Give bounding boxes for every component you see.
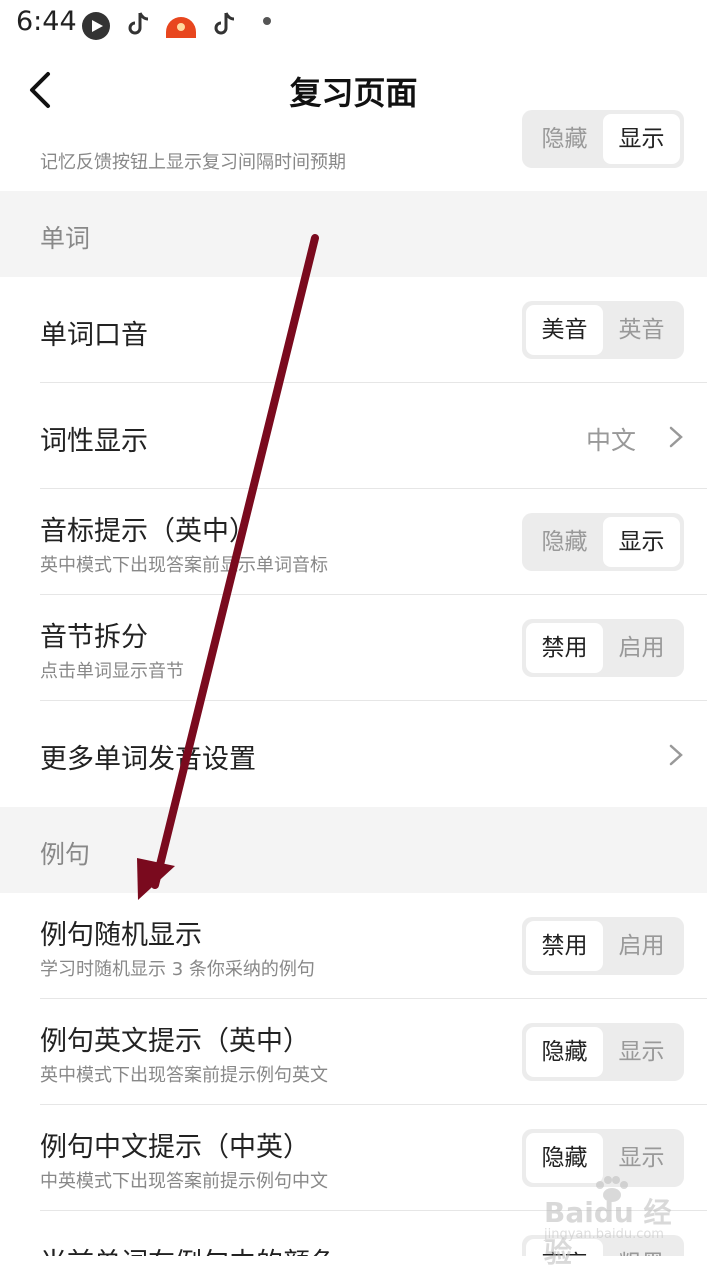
status-bar: 6:44 <box>0 0 707 48</box>
setting-subtitle: 中英模式下出现答案前提示例句中文 <box>40 1171 328 1192</box>
setting-subtitle: 点击单词显示音节 <box>40 661 184 682</box>
setting-title: 更多单词发音设置 <box>40 744 256 775</box>
segment-option-hide[interactable]: 隐藏 <box>526 1027 603 1077</box>
accent-segmented-control: 美音 英音 <box>522 301 684 359</box>
chevron-right-icon <box>669 744 683 766</box>
setting-row-sentence-english-hint[interactable]: 例句英文提示（英中） 英中模式下出现答案前提示例句英文 隐藏 显示 <box>0 999 707 1105</box>
english-hint-segmented-control: 隐藏 显示 <box>522 1023 684 1081</box>
setting-row-pos-display[interactable]: 词性显示 中文 <box>0 383 707 489</box>
baidu-watermark: Baidu 经验 jingyan.baidu.com <box>540 1175 690 1269</box>
setting-title: 音节拆分 <box>40 622 148 653</box>
chevron-right-icon <box>669 426 683 448</box>
segment-option-show[interactable]: 显示 <box>603 1027 680 1077</box>
segment-option-uk[interactable]: 英音 <box>603 305 680 355</box>
setting-title: 例句随机显示 <box>40 920 202 951</box>
status-time: 6:44 <box>16 6 77 37</box>
setting-title: 音标提示（英中） <box>40 516 256 547</box>
sunset-app-icon <box>166 17 196 38</box>
tiktok-icon <box>214 12 235 35</box>
page-title: 复习页面 <box>289 74 418 112</box>
setting-row-phonetic-hint[interactable]: 音标提示（英中） 英中模式下出现答案前显示单词音标 隐藏 显示 <box>0 489 707 595</box>
setting-title: 当前单词在例句中的颜色 <box>40 1241 337 1256</box>
video-app-icon <box>82 12 110 40</box>
watermark-url: jingyan.baidu.com <box>544 1227 664 1242</box>
segment-option-us[interactable]: 美音 <box>526 305 603 355</box>
segment-option-show[interactable]: 显示 <box>603 114 680 164</box>
section-header-label: 单词 <box>40 224 91 253</box>
setting-title: 单词口音 <box>40 320 148 351</box>
setting-title: 词性显示 <box>40 426 148 457</box>
section-header-label: 例句 <box>40 840 91 869</box>
phonetic-segmented-control: 隐藏 显示 <box>522 513 684 571</box>
segment-option-hide[interactable]: 隐藏 <box>526 114 603 164</box>
setting-subtitle: 英中模式下出现答案前提示例句英文 <box>40 1065 328 1086</box>
syllable-segmented-control: 禁用 启用 <box>522 619 684 677</box>
segment-option-enable[interactable]: 启用 <box>603 623 680 673</box>
setting-title: 例句中文提示（中英） <box>40 1132 310 1163</box>
section-header-sentences: 例句 <box>0 807 707 893</box>
segment-option-disable[interactable]: 禁用 <box>526 623 603 673</box>
setting-subtitle: 学习时随机显示 3 条你采纳的例句 <box>40 959 315 980</box>
random-sentence-segmented-control: 禁用 启用 <box>522 917 684 975</box>
partial-setting-row: 记忆反馈按钮上显示复习间隔时间预期 隐藏 显示 <box>0 110 707 190</box>
setting-row-random-sentences[interactable]: 例句随机显示 学习时随机显示 3 条你采纳的例句 禁用 启用 <box>0 893 707 999</box>
segment-option-disable[interactable]: 禁用 <box>526 921 603 971</box>
segment-option-hide[interactable]: 隐藏 <box>526 517 603 567</box>
setting-row-syllable-split[interactable]: 音节拆分 点击单词显示音节 禁用 启用 <box>0 595 707 701</box>
segmented-control: 隐藏 显示 <box>522 110 684 168</box>
setting-row-more-pronunciation[interactable]: 更多单词发音设置 <box>0 701 707 807</box>
dot-icon <box>263 17 271 25</box>
segment-option-enable[interactable]: 启用 <box>603 921 680 971</box>
setting-title: 例句英文提示（英中） <box>40 1026 310 1057</box>
setting-subtitle: 记忆反馈按钮上显示复习间隔时间预期 <box>40 152 346 173</box>
section-header-words: 单词 <box>0 191 707 277</box>
segment-option-show[interactable]: 显示 <box>603 517 680 567</box>
tiktok-icon <box>128 12 149 35</box>
setting-subtitle: 英中模式下出现答案前显示单词音标 <box>40 555 328 576</box>
setting-row-accent[interactable]: 单词口音 美音 英音 <box>0 277 707 383</box>
setting-value: 中文 <box>586 426 637 455</box>
